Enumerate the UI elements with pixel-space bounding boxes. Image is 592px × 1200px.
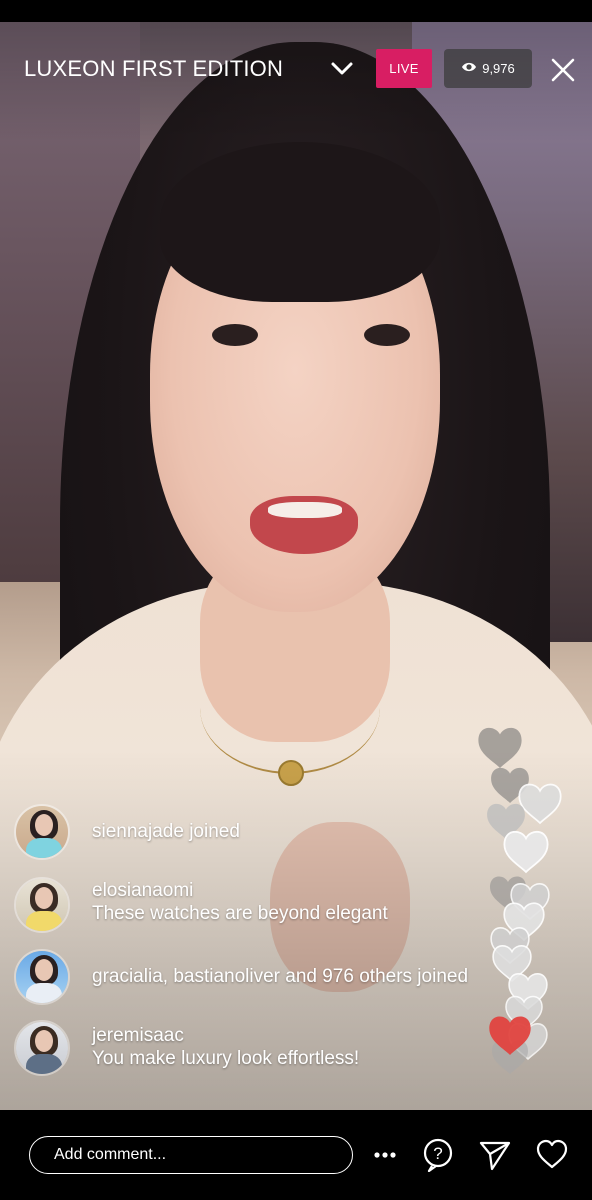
comment-username: elosianaomi bbox=[92, 880, 194, 901]
comment-message: You make luxury look effortless! bbox=[92, 1048, 360, 1069]
streamer-teeth bbox=[268, 502, 342, 518]
reaction-hearts bbox=[478, 727, 562, 1074]
chevron-down-icon[interactable] bbox=[328, 56, 356, 82]
more-icon[interactable] bbox=[369, 1138, 403, 1172]
avatar[interactable] bbox=[14, 949, 70, 1005]
status-bar bbox=[0, 0, 592, 22]
comment-username: jeremisaac bbox=[92, 1025, 184, 1046]
viewer-count-badge[interactable]: 9,976 bbox=[444, 49, 532, 88]
comment-input[interactable]: Add comment... bbox=[29, 1136, 353, 1174]
streamer-eye bbox=[212, 324, 258, 346]
avatar[interactable] bbox=[14, 877, 70, 933]
streamer-eye bbox=[364, 324, 410, 346]
live-stream-screen: LUXEON FIRST EDITION LIVE 9,976 siennaja… bbox=[0, 0, 592, 1200]
question-icon[interactable]: ? bbox=[421, 1138, 455, 1173]
eye-icon bbox=[461, 61, 477, 76]
comment-message: These watches are beyond elegant bbox=[92, 903, 388, 924]
svg-text:?: ? bbox=[433, 1144, 442, 1163]
heart-icon bbox=[518, 783, 562, 824]
comment-username: siennajade joined bbox=[92, 821, 240, 842]
heart-icon bbox=[503, 830, 549, 873]
stream-title: LUXEON FIRST EDITION bbox=[24, 56, 284, 81]
live-badge: LIVE bbox=[376, 49, 432, 88]
heart-icon bbox=[478, 727, 522, 768]
avatar[interactable] bbox=[14, 804, 70, 860]
close-icon[interactable] bbox=[549, 56, 577, 84]
viewer-count: 9,976 bbox=[482, 61, 515, 76]
send-icon[interactable] bbox=[478, 1138, 512, 1172]
comment-username: gracialia, bastianoliver and 976 others … bbox=[92, 966, 469, 987]
streamer-bangs bbox=[160, 142, 440, 302]
heart-icon[interactable] bbox=[535, 1138, 569, 1172]
avatar[interactable] bbox=[14, 1020, 70, 1076]
